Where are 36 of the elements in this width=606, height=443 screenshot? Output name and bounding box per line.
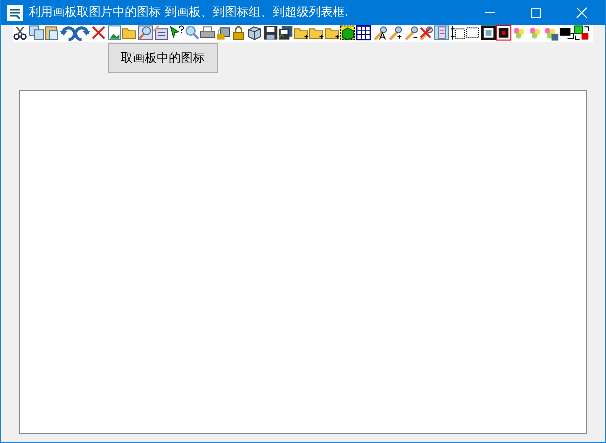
resize-icon[interactable] bbox=[450, 25, 466, 41]
cube-icon[interactable] bbox=[340, 25, 356, 41]
flowers-save-icon[interactable] bbox=[543, 25, 559, 41]
pen-add-icon[interactable] bbox=[387, 25, 403, 41]
app-icon bbox=[7, 4, 23, 20]
frame-icon[interactable] bbox=[480, 25, 496, 41]
lock-icon[interactable] bbox=[231, 25, 247, 41]
paste-icon[interactable] bbox=[44, 25, 60, 41]
flowers-icon[interactable] bbox=[528, 25, 544, 41]
monitor-icon[interactable] bbox=[558, 25, 574, 41]
save-icon[interactable] bbox=[262, 25, 278, 41]
zoom-image-icon[interactable] bbox=[138, 25, 154, 41]
color-swap-icon[interactable] bbox=[574, 25, 590, 41]
maximize-icon bbox=[530, 6, 542, 18]
undo-icon[interactable] bbox=[60, 25, 76, 41]
scissors-icon[interactable] bbox=[13, 25, 29, 41]
printer-icon[interactable] bbox=[200, 25, 216, 41]
selection-icon[interactable] bbox=[465, 25, 481, 41]
grid-icon[interactable] bbox=[356, 25, 372, 41]
close-icon bbox=[576, 6, 588, 18]
delete-pen-icon[interactable] bbox=[418, 25, 434, 41]
image-icon[interactable] bbox=[106, 25, 122, 41]
frame-icon[interactable] bbox=[496, 25, 512, 41]
cube-icon[interactable] bbox=[246, 25, 262, 41]
pen-remove-icon[interactable] bbox=[402, 25, 418, 41]
properties-icon[interactable] bbox=[153, 25, 169, 41]
copy-icon[interactable] bbox=[28, 25, 44, 41]
get-icons-button[interactable]: 取画板中的图标 bbox=[108, 43, 218, 73]
save-all-icon[interactable] bbox=[278, 25, 294, 41]
lock-cube-icon[interactable] bbox=[216, 25, 232, 41]
redo-icon[interactable] bbox=[75, 25, 91, 41]
pen-text-icon[interactable] bbox=[372, 25, 388, 41]
document-icon[interactable] bbox=[434, 25, 450, 41]
delete-icon[interactable] bbox=[90, 25, 107, 41]
cursor-help-icon[interactable] bbox=[168, 25, 185, 41]
window-title: 利用画板取图片中的图标 到画板、到图标组、到超级列表框. bbox=[29, 4, 350, 21]
